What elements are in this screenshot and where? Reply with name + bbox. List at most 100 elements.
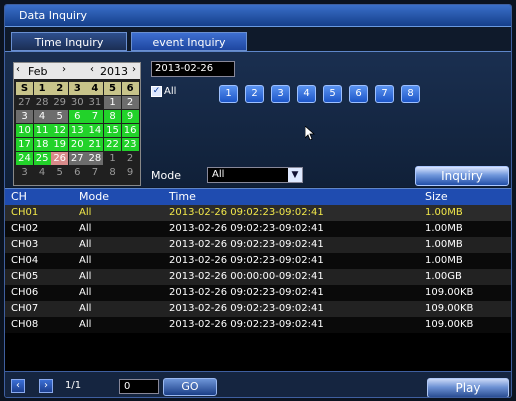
- cell-time: 2013-02-26 00:00:00-09:02:41: [169, 271, 324, 282]
- cell-ch: CH02: [11, 223, 39, 234]
- prev-month-button[interactable]: ‹: [16, 64, 26, 75]
- calendar-day[interactable]: 26: [51, 152, 69, 165]
- table-row[interactable]: CH07 All 2013-02-26 09:02:23-09:02:41 109.0…: [5, 301, 511, 317]
- next-year-button[interactable]: ›: [132, 64, 140, 75]
- calendar-day[interactable]: 27: [16, 96, 33, 109]
- calendar: ‹ Feb › ‹ 2013 › S 1 2 3 4 5 6 27 28 29 30 31 1 2 3 4 5 6…: [13, 62, 141, 186]
- table-row[interactable]: CH08 All 2013-02-26 09:02:23-09:02:41 109.0…: [5, 317, 511, 333]
- all-checkbox[interactable]: ✓ All: [151, 86, 189, 98]
- cell-mode: All: [79, 207, 92, 218]
- channel-button-3[interactable]: 3: [271, 85, 290, 103]
- results-table: CH Mode Time Size CH01 All 2013-02-26 09:0…: [5, 188, 511, 371]
- calendar-day[interactable]: 1: [104, 96, 121, 109]
- calendar-day[interactable]: 12: [51, 124, 69, 137]
- calendar-day[interactable]: 2: [122, 152, 139, 165]
- calendar-day[interactable]: 15: [104, 124, 121, 137]
- chevron-left-icon[interactable]: ‹: [11, 379, 25, 393]
- calendar-day[interactable]: 23: [121, 138, 139, 151]
- channel-button-6[interactable]: 6: [349, 85, 368, 103]
- channel-button-4[interactable]: 4: [297, 85, 316, 103]
- table-row[interactable]: CH04 All 2013-02-26 09:02:23-09:02:41 1.00M…: [5, 253, 511, 269]
- calendar-day[interactable]: 9: [121, 110, 139, 123]
- go-button[interactable]: GO: [163, 378, 217, 396]
- calendar-day[interactable]: 3: [16, 166, 33, 179]
- calendar-day[interactable]: 31: [86, 96, 103, 109]
- cell-time: 2013-02-26 09:02:23-09:02:41: [169, 207, 324, 218]
- calendar-day[interactable]: 13: [68, 124, 86, 137]
- calendar-header: ‹ Feb › ‹ 2013 ›: [14, 63, 140, 79]
- calendar-weekday: 4: [86, 82, 104, 95]
- cell-ch: CH01: [11, 207, 39, 218]
- calendar-weekday: 5: [104, 82, 121, 95]
- calendar-day[interactable]: 4: [34, 166, 51, 179]
- search-panel: ‹ Feb › ‹ 2013 › S 1 2 3 4 5 6 27 28 29 30 31 1 2 3 4 5 6…: [5, 51, 511, 187]
- cell-mode: All: [79, 239, 92, 250]
- calendar-day[interactable]: 3: [16, 110, 33, 123]
- chevron-right-icon[interactable]: ›: [39, 379, 53, 393]
- cell-size: 109.00KB: [425, 303, 474, 314]
- date-field[interactable]: 2013-02-26: [151, 61, 235, 77]
- calendar-day[interactable]: 14: [86, 124, 104, 137]
- calendar-day[interactable]: 7: [86, 110, 104, 123]
- calendar-day[interactable]: 28: [34, 96, 51, 109]
- calendar-day[interactable]: 16: [121, 124, 139, 137]
- channel-button-5[interactable]: 5: [323, 85, 342, 103]
- next-month-button[interactable]: ›: [62, 64, 72, 75]
- cell-time: 2013-02-26 09:02:23-09:02:41: [169, 223, 324, 234]
- table-row[interactable]: CH03 All 2013-02-26 09:02:23-09:02:41 1.00M…: [5, 237, 511, 253]
- mode-select[interactable]: All ▼: [207, 167, 303, 183]
- table-row[interactable]: CH06 All 2013-02-26 09:02:23-09:02:41 109.0…: [5, 285, 511, 301]
- calendar-day[interactable]: 30: [69, 96, 86, 109]
- calendar-day[interactable]: 10: [16, 124, 33, 137]
- channel-button-8[interactable]: 8: [401, 85, 420, 103]
- calendar-day[interactable]: 22: [104, 138, 121, 151]
- calendar-day[interactable]: 17: [16, 138, 33, 151]
- calendar-day[interactable]: 25: [33, 152, 51, 165]
- calendar-day[interactable]: 20: [68, 138, 86, 151]
- table-row[interactable]: CH02 All 2013-02-26 09:02:23-09:02:41 1.00M…: [5, 221, 511, 237]
- calendar-day[interactable]: 5: [51, 110, 69, 123]
- calendar-day[interactable]: 5: [51, 166, 68, 179]
- channel-button-1[interactable]: 1: [219, 85, 238, 103]
- channel-button-7[interactable]: 7: [375, 85, 394, 103]
- calendar-day[interactable]: 6: [69, 166, 86, 179]
- prev-year-button[interactable]: ‹: [90, 64, 100, 75]
- calendar-day[interactable]: 8: [104, 110, 121, 123]
- chevron-down-icon[interactable]: ▼: [288, 168, 302, 182]
- calendar-day[interactable]: 24: [16, 152, 33, 165]
- channel-button-2[interactable]: 2: [245, 85, 264, 103]
- cell-mode: All: [79, 255, 92, 266]
- calendar-day[interactable]: 4: [33, 110, 51, 123]
- calendar-day[interactable]: 21: [86, 138, 104, 151]
- checkbox-check-icon[interactable]: ✓: [151, 86, 162, 97]
- calendar-day[interactable]: 28: [86, 152, 104, 165]
- cell-size: 1.00MB: [425, 207, 463, 218]
- calendar-day[interactable]: 6: [68, 110, 86, 123]
- cell-size: 1.00GB: [425, 271, 462, 282]
- tab-time-inquiry[interactable]: Time Inquiry: [11, 32, 127, 51]
- play-button[interactable]: Play: [427, 378, 509, 397]
- calendar-day[interactable]: 9: [122, 166, 139, 179]
- cell-ch: CH04: [11, 255, 39, 266]
- inquiry-button[interactable]: Inquiry: [415, 166, 509, 186]
- cell-ch: CH05: [11, 271, 39, 282]
- cell-time: 2013-02-26 09:02:23-09:02:41: [169, 239, 324, 250]
- calendar-day[interactable]: 29: [51, 96, 68, 109]
- calendar-day[interactable]: 7: [86, 166, 103, 179]
- mouse-cursor-icon: [305, 126, 315, 140]
- calendar-weekday: 3: [68, 82, 86, 95]
- header-time: Time: [169, 190, 196, 203]
- calendar-day[interactable]: 2: [121, 96, 139, 109]
- calendar-day[interactable]: 1: [104, 152, 121, 165]
- calendar-day[interactable]: 11: [33, 124, 51, 137]
- calendar-day[interactable]: 18: [33, 138, 51, 151]
- page-input[interactable]: 0: [119, 379, 159, 394]
- calendar-day[interactable]: 8: [104, 166, 121, 179]
- calendar-day[interactable]: 27: [68, 152, 86, 165]
- table-row[interactable]: CH05 All 2013-02-26 00:00:00-09:02:41 1.00G…: [5, 269, 511, 285]
- calendar-weekday: 2: [51, 82, 69, 95]
- header-mode: Mode: [79, 190, 109, 203]
- table-row[interactable]: CH01 All 2013-02-26 09:02:23-09:02:41 1.00M…: [5, 205, 511, 221]
- calendar-day[interactable]: 19: [51, 138, 69, 151]
- tab-event-inquiry[interactable]: event Inquiry: [131, 32, 247, 51]
